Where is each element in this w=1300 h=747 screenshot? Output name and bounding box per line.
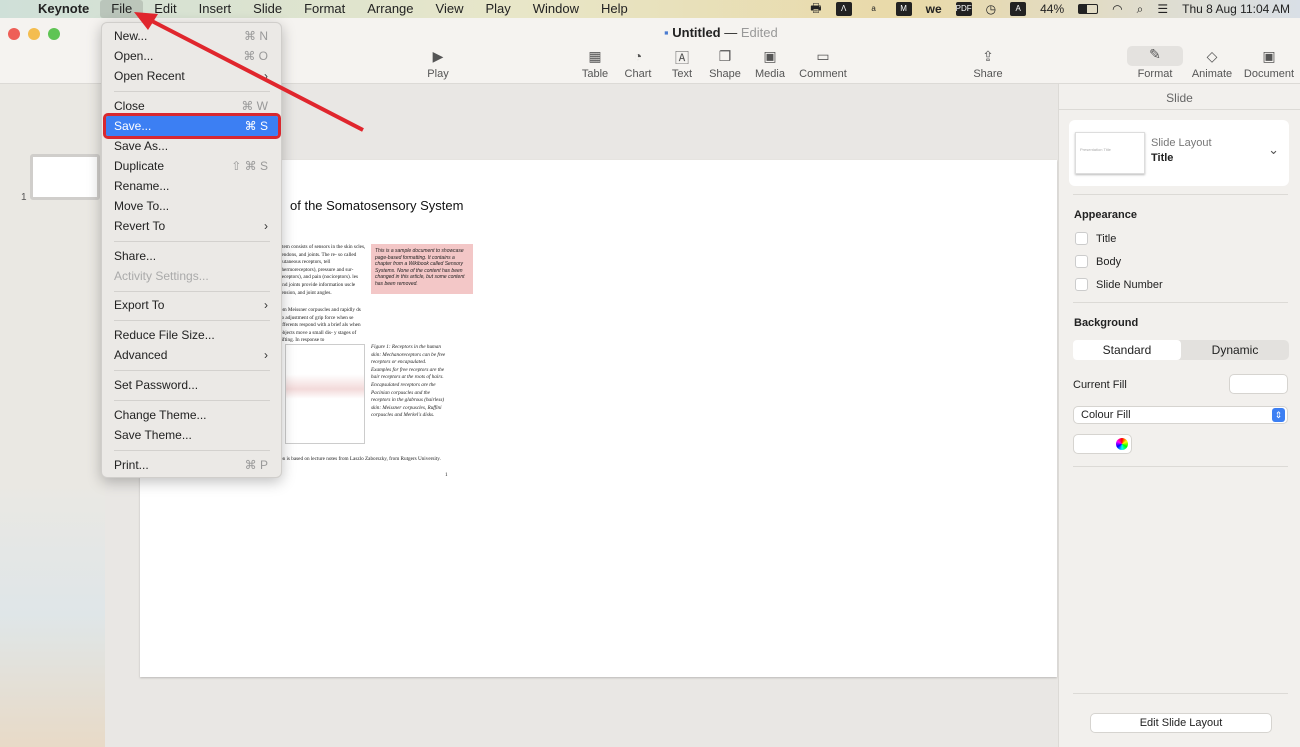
arrow-line bbox=[145, 16, 364, 132]
annotation-arrow bbox=[134, 12, 364, 132]
